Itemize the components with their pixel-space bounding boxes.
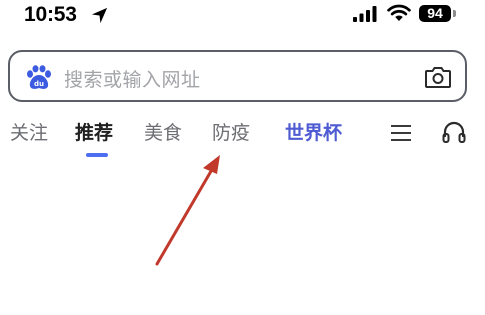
search-input[interactable]: 搜索或输入网址 xyxy=(64,65,201,92)
tab-follow[interactable]: 关注 xyxy=(10,120,48,146)
annotation-arrow xyxy=(155,155,220,266)
tab-recommend[interactable]: 推荐 xyxy=(75,120,113,146)
location-arrow-icon xyxy=(91,7,108,24)
menu-icon[interactable] xyxy=(391,124,411,142)
tab-world-cup[interactable]: 世界杯 xyxy=(285,120,342,146)
wifi-icon xyxy=(387,4,411,21)
active-tab-indicator xyxy=(86,153,108,157)
camera-icon[interactable] xyxy=(424,65,452,89)
status-time: 10:53 xyxy=(24,3,77,26)
headphone-icon[interactable] xyxy=(441,120,467,146)
svg-text:du: du xyxy=(34,80,44,88)
search-bar[interactable]: du 搜索或输入网址 xyxy=(8,50,467,102)
tab-food[interactable]: 美食 xyxy=(144,120,182,146)
cellular-signal-icon xyxy=(353,6,377,22)
baidu-paw-icon: du xyxy=(27,65,51,89)
battery-cap xyxy=(453,10,456,17)
tab-epidemic[interactable]: 防疫 xyxy=(212,120,250,146)
battery-icon: 94 xyxy=(419,5,451,22)
